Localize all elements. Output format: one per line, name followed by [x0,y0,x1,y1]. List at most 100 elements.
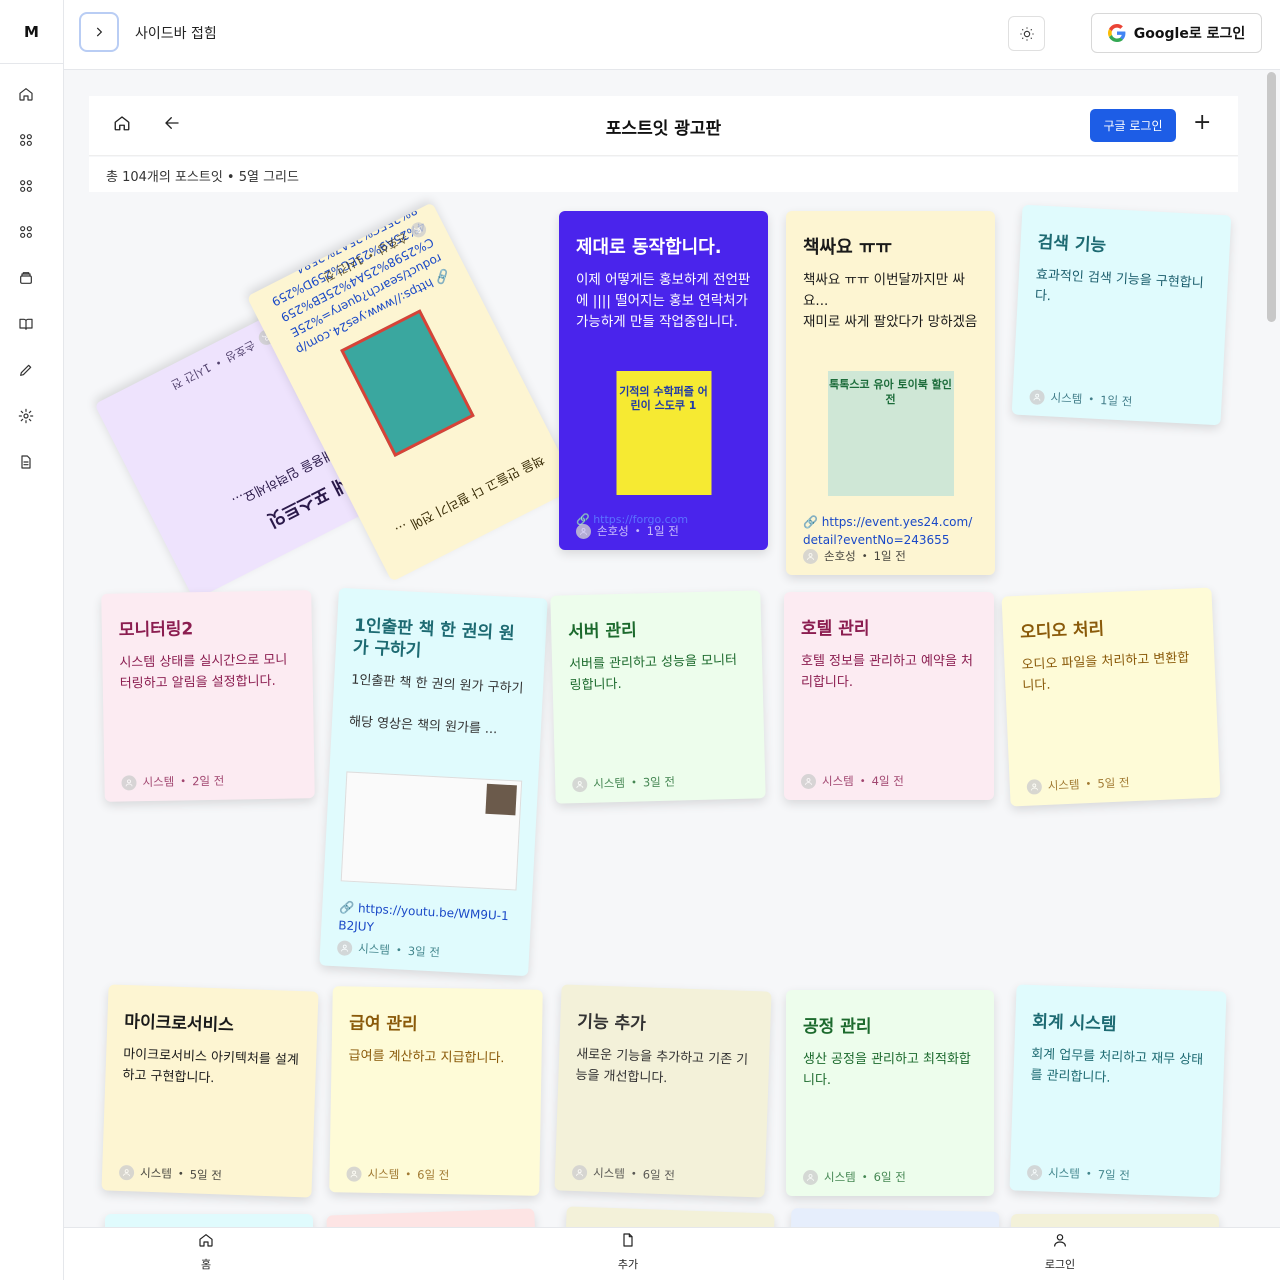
note-title: 서버 관리 [568,620,637,643]
note-card[interactable]: 제대로 동작합니다. 이제 어떻게든 홍보하게 전언판에 |||| 떨어지는 홍… [559,211,768,550]
sidebar-state-label: 사이드바 접힘 [135,26,217,42]
note-body: 효과적인 검색 기능을 구현합니다. [1034,267,1205,305]
note-time: 1일 전 [873,549,906,563]
note-body: 이제 어떻게든 홍보하게 전언판에 |||| 떨어지는 홍보 연락처가 가능하게… [576,272,751,330]
sidebar-grid-icon-2[interactable] [12,172,40,200]
user-icon [1054,1234,1066,1247]
note-card[interactable]: 회계 시스템 회계 업무를 처리하고 재무 상태를 관리합니다. 시스템 • 7일… [1009,984,1227,1198]
theme-toggle-button[interactable] [1008,16,1045,51]
note-card[interactable]: 오디오 처리 오디오 파일을 처리하고 변환합니다. 시스템 • 5일 전 [1001,587,1221,807]
sidebar-book-icon[interactable] [12,310,40,338]
note-time: 6일 전 [417,1167,450,1183]
bottom-nav-add-label: 추가 [617,1258,639,1271]
google-login-button[interactable]: Google로 로그인 [1091,13,1262,53]
note-time: 7일 전 [1097,1167,1131,1183]
note-card[interactable]: 마이크로서비스 마이크로서비스 아키텍처를 설계하고 구현합니다. 시스템 • 5… [101,984,319,1198]
note-author: 손호성 [824,549,856,563]
note-author: 시스템 [1047,777,1080,793]
note-card[interactable]: 모니터링2 시스템 상태를 실시간으로 모니터링하고 알림을 설정합니다. 시스… [101,590,315,802]
note-author: 시스템 [1047,1165,1081,1181]
note-author: 시스템 [1050,390,1083,407]
note-title: 공정 관리 [803,1017,872,1037]
sidebar-toggle-button[interactable] [79,12,119,52]
user-icon [571,1164,588,1180]
user-icon [572,776,588,792]
presenter-image [484,783,517,816]
note-body: 시스템 상태를 실시간으로 모니터링하고 알림을 설정합니다. [119,652,288,692]
note-time: 6일 전 [642,1167,676,1183]
note-title: 마이크로서비스 [124,1011,235,1036]
user-icon [803,1169,818,1185]
book-cover-image: 기적의 수학퍼즐 어린이 스도쿠 1 [616,371,711,495]
note-time: 6일 전 [873,1170,906,1184]
note-body: 1인출판 책 한 권의 원가 구하기 해당 영상은 책의 원가를 ... [348,672,524,738]
note-body: 마이크로서비스 아키텍처를 설계하고 구현합니다. [122,1046,300,1087]
note-meta: 손호성 • 1일 전 [803,548,906,564]
note-meta: 시스템 • 2일 전 [121,773,224,791]
app-logo[interactable]: M [0,0,63,64]
bottom-nav-login[interactable]: 로그인 [1030,1232,1090,1272]
bottom-nav-home[interactable]: 홈 [176,1232,236,1272]
note-title: 기능 추가 [577,1011,647,1035]
note-meta: 시스템 • 6일 전 [803,1169,906,1185]
note-time: 5일 전 [1097,775,1130,791]
google-login-small-button[interactable]: 구글 로그인 [1090,109,1176,142]
note-author: 손호성 [597,524,629,538]
sidebar-grid-icon[interactable] [12,126,40,154]
note-time: 1시간 전 [169,360,214,393]
sidebar-pencil-icon[interactable] [12,356,40,384]
note-card[interactable]: 공정 관리 생산 공정을 관리하고 최적화합니다. 시스템 • 6일 전 [786,990,994,1196]
note-card[interactable]: 호텔 관리 호텔 정보를 관리하고 예약을 처리합니다. 시스템 • 4일 전 [784,592,994,800]
note-title: 모니터링2 [118,619,194,641]
sidebar: M [0,0,64,1280]
top-bar: 사이드바 접힘 Google로 로그인 [64,0,1280,70]
sidebar-archive-icon[interactable] [12,264,40,292]
note-meta: 시스템 • 5일 전 [1026,774,1130,795]
note-body: 급여를 계산하고 지급합니다. [348,1048,505,1067]
note-author: 시스템 [139,1165,173,1181]
note-body: 책싸요 ㅠㅠ 이번달까지만 싸요... 재미로 싸게 팔았다가 망하겠음 [803,272,978,330]
note-time: 2일 전 [192,773,225,789]
note-title: 제대로 동작합니다. [576,237,722,258]
note-author: 시스템 [593,775,626,791]
note-title: 호텔 관리 [801,619,870,639]
chevron-right-icon [96,27,103,37]
note-author: 시스템 [822,774,854,788]
note-author: 시스템 [142,774,175,790]
note-card[interactable]: 검색 기능 효과적인 검색 기능을 구현합니다. 시스템 • 1일 전 [1011,204,1232,426]
note-card[interactable]: 서버 관리 서버를 관리하고 성능을 모니터링합니다. 시스템 • 3일 전 [550,590,766,804]
note-time: 1일 전 [1099,393,1133,409]
sidebar-gear-icon[interactable] [12,402,40,430]
scrollbar[interactable] [1267,72,1276,322]
note-body: 새로운 기능을 추가하고 기존 기능을 개선합니다. [575,1046,749,1087]
note-link[interactable]: 🔗 https://event.yes24.com/detail?eventNo… [803,513,978,549]
note-meta: 손호성 • 1일 전 [576,523,679,539]
note-card[interactable]: 급여 관리 급여를 계산하고 지급합니다. 시스템 • 6일 전 [329,986,543,1196]
user-icon [576,523,591,539]
note-author: 시스템 [367,1166,400,1182]
note-author: 손호성 [223,337,258,365]
sidebar-document-icon[interactable] [12,448,40,476]
note-time: 3일 전 [407,943,441,960]
note-meta: 시스템 • 6일 전 [346,1165,449,1183]
note-body: 서버를 관리하고 성능을 모니터링합니다. [568,652,738,694]
note-body: 호텔 정보를 관리하고 예약을 처리합니다. [801,654,974,690]
note-title: 책싸요 ㅠㅠ [803,237,893,258]
sun-icon [1019,26,1034,41]
note-title: 검색 기능 [1037,232,1107,257]
note-body: 책을 만들고 다 팔리기 전에 ... [392,450,547,539]
note-meta: 시스템 • 7일 전 [1026,1164,1131,1184]
note-meta: 시스템 • 6일 전 [571,1164,676,1184]
user-icon [1026,778,1043,795]
board-header: 포스트잇 광고판 구글 로그인 + [89,96,1238,156]
user-icon [801,773,816,789]
note-title: 급여 관리 [348,1013,418,1035]
note-card[interactable]: 책싸요 ㅠㅠ 책싸요 ㅠㅠ 이번달까지만 싸요... 재미로 싸게 팔았다가 망… [786,211,995,575]
sidebar-grid-icon-3[interactable] [12,218,40,246]
note-card[interactable]: 1인출판 책 한 권의 원가 구하기 1인출판 책 한 권의 원가 구하기 해당… [319,587,548,977]
note-card[interactable]: 기능 추가 새로운 기능을 추가하고 기존 기능을 개선합니다. 시스템 • 6일… [554,984,772,1198]
sidebar-home-icon[interactable] [12,80,40,108]
add-note-button[interactable]: + [1193,112,1211,134]
bottom-nav-add[interactable]: 추가 [598,1232,658,1272]
note-link[interactable]: 🔗 https://youtu.be/WM9U-1B2JUY [338,898,515,943]
